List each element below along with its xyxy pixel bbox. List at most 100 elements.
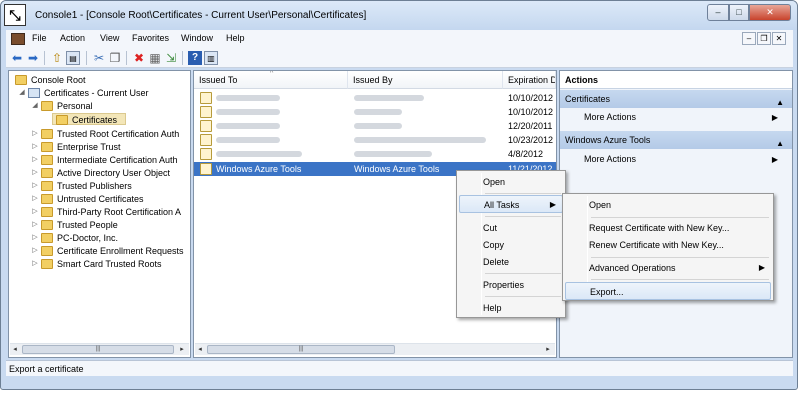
up-folder-icon[interactable]: ⇧ (50, 51, 64, 65)
tree-node-store[interactable]: ▷ Untrusted Certificates (9, 193, 190, 205)
scroll-right-icon[interactable]: ▸ (543, 344, 553, 355)
collapsed-arrow-icon[interactable]: ▷ (31, 193, 39, 205)
column-header-issued-by[interactable]: Issued By (348, 71, 503, 89)
mdi-minimize-button[interactable]: – (742, 32, 756, 45)
actions-section-windows-azure-tools[interactable]: Windows Azure Tools ▲ (560, 131, 792, 149)
maximize-button[interactable]: □ (729, 4, 749, 21)
menu-separator (485, 216, 561, 217)
menu-help[interactable]: Help (226, 33, 245, 43)
tree-node-store[interactable]: ▷ Certificate Enrollment Requests (9, 245, 190, 257)
mdi-restore-button[interactable]: ❐ (757, 32, 771, 45)
collapsed-arrow-icon[interactable]: ▷ (31, 219, 39, 231)
mdi-close-button[interactable]: ✕ (772, 32, 786, 45)
fullscreen-arrows-icon[interactable]: ⤡ (4, 4, 26, 26)
collapsed-arrow-icon[interactable]: ▷ (31, 154, 39, 166)
table-row[interactable]: 10/23/2012 (194, 133, 556, 147)
context-menu-properties[interactable]: Properties (459, 276, 563, 294)
certificates-snapin-icon (28, 88, 40, 98)
folder-icon (41, 220, 53, 230)
menu-view[interactable]: View (100, 33, 119, 43)
column-header-expiration-date[interactable]: Expiration D (503, 71, 556, 89)
expiration-cell: 10/10/2012 (508, 93, 554, 103)
folder-icon (41, 155, 53, 165)
redacted-text (354, 109, 402, 115)
back-arrow-icon[interactable]: ⬅ (10, 51, 24, 65)
export-list-icon[interactable]: ⇲ (164, 51, 178, 65)
submenu-advanced-operations[interactable]: Advanced Operations ▶ (565, 259, 771, 277)
tree-node-store[interactable]: ▷ Active Directory User Object (9, 167, 190, 179)
context-menu-help[interactable]: Help (459, 299, 563, 317)
tree-node-personal-certificates[interactable]: Certificates (52, 113, 126, 125)
tree-node-certificates-current-user[interactable]: ◢ Certificates - Current User (9, 87, 190, 99)
tree-node-store[interactable]: ▷ Smart Card Trusted Roots (9, 258, 190, 270)
tree-horizontal-scrollbar[interactable]: ◂ ||| ▸ (10, 343, 189, 355)
collapsed-arrow-icon[interactable]: ▷ (31, 245, 39, 257)
help-icon[interactable]: ? (188, 51, 202, 65)
context-menu-delete[interactable]: Delete (459, 253, 563, 271)
all-tasks-submenu: Open Request Certificate with New Key...… (562, 193, 774, 301)
title-bar[interactable]: ⤡ Console1 - [Console Root\Certificates … (1, 1, 797, 30)
context-menu-cut[interactable]: Cut (459, 219, 563, 237)
tree-node-store[interactable]: ▷ Trusted Publishers (9, 180, 190, 192)
close-button[interactable]: ✕ (749, 4, 791, 21)
more-actions-windows-azure-tools[interactable]: More Actions ▶ (560, 151, 792, 167)
submenu-open[interactable]: Open (565, 196, 771, 214)
tree-node-store[interactable]: ▷ Enterprise Trust (9, 141, 190, 153)
delete-icon[interactable]: ✖ (132, 51, 146, 65)
show-hide-action-pane-icon[interactable]: ▥ (204, 51, 218, 65)
collapsed-arrow-icon[interactable]: ▷ (31, 128, 39, 140)
mmc-app-icon[interactable] (11, 33, 25, 45)
column-header-issued-to[interactable]: Issued To ^ (194, 71, 348, 89)
submenu-renew-certificate-new-key[interactable]: Renew Certificate with New Key... (565, 236, 771, 254)
menu-action[interactable]: Action (60, 33, 85, 43)
tree-node-store[interactable]: ▷ Trusted People (9, 219, 190, 231)
collapsed-arrow-icon[interactable]: ▷ (31, 232, 39, 244)
menu-window[interactable]: Window (181, 33, 213, 43)
table-row[interactable]: 4/8/2012 (194, 147, 556, 161)
table-row[interactable]: 10/10/2012 (194, 91, 556, 105)
expiration-cell: 12/20/2011 (508, 121, 553, 131)
context-menu-all-tasks[interactable]: All Tasks ▶ (459, 195, 563, 213)
toolbar: ⬅ ➡ ⇧ ▤ ✂ ❐ ✖ ▦ ⇲ ? ▥ (6, 48, 793, 68)
cut-icon[interactable]: ✂ (92, 51, 106, 65)
collapsed-arrow-icon[interactable]: ▷ (31, 180, 39, 192)
minimize-button[interactable]: – (707, 4, 729, 21)
table-row[interactable]: 12/20/2011 (194, 119, 556, 133)
expanded-arrow-icon[interactable]: ◢ (31, 100, 39, 112)
actions-section-certificates[interactable]: Certificates ▲ (560, 90, 792, 108)
scroll-thumb[interactable]: ||| (207, 345, 395, 354)
properties-icon[interactable]: ▦ (148, 51, 162, 65)
expanded-arrow-icon[interactable]: ◢ (18, 87, 26, 99)
tree-node-store[interactable]: ▷ Intermediate Certification Auth (9, 154, 190, 166)
scroll-left-icon[interactable]: ◂ (195, 344, 205, 355)
context-menu: Open All Tasks ▶ Cut Copy Delete Propert… (456, 170, 566, 318)
copy-icon[interactable]: ❐ (108, 51, 122, 65)
certificate-icon (200, 92, 212, 104)
context-menu-copy[interactable]: Copy (459, 236, 563, 254)
forward-arrow-icon[interactable]: ➡ (26, 51, 40, 65)
tree-node-console-root[interactable]: Console Root (9, 74, 190, 86)
collapsed-arrow-icon[interactable]: ▷ (31, 258, 39, 270)
collapsed-arrow-icon[interactable]: ▷ (31, 141, 39, 153)
more-actions-certificates[interactable]: More Actions ▶ (560, 109, 792, 125)
menu-file[interactable]: File (32, 33, 47, 43)
scroll-left-icon[interactable]: ◂ (10, 344, 20, 355)
redacted-text (216, 123, 280, 129)
collapsed-arrow-icon[interactable]: ▷ (31, 206, 39, 218)
submenu-request-certificate-new-key[interactable]: Request Certificate with New Key... (565, 219, 771, 237)
tree-node-store[interactable]: ▷ Third-Party Root Certification A (9, 206, 190, 218)
expiration-cell: 10/10/2012 (508, 107, 554, 117)
show-hide-tree-icon[interactable]: ▤ (66, 51, 80, 65)
list-horizontal-scrollbar[interactable]: ◂ ||| ▸ (195, 343, 555, 355)
context-menu-open[interactable]: Open (459, 173, 563, 191)
tree-node-store[interactable]: ▷ PC-Doctor, Inc. (9, 232, 190, 244)
submenu-export[interactable]: Export... (565, 282, 771, 300)
tree-node-personal[interactable]: ◢ Personal (9, 100, 190, 112)
tree-node-store[interactable]: ▷ Trusted Root Certification Auth (9, 128, 190, 140)
collapsed-arrow-icon[interactable]: ▷ (31, 167, 39, 179)
scroll-right-icon[interactable]: ▸ (177, 344, 187, 355)
table-row[interactable]: 10/10/2012 (194, 105, 556, 119)
scroll-thumb[interactable]: ||| (22, 345, 174, 354)
menu-favorites[interactable]: Favorites (132, 33, 169, 43)
console-tree-pane[interactable]: Console Root ◢ Certificates - Current Us… (8, 70, 191, 358)
